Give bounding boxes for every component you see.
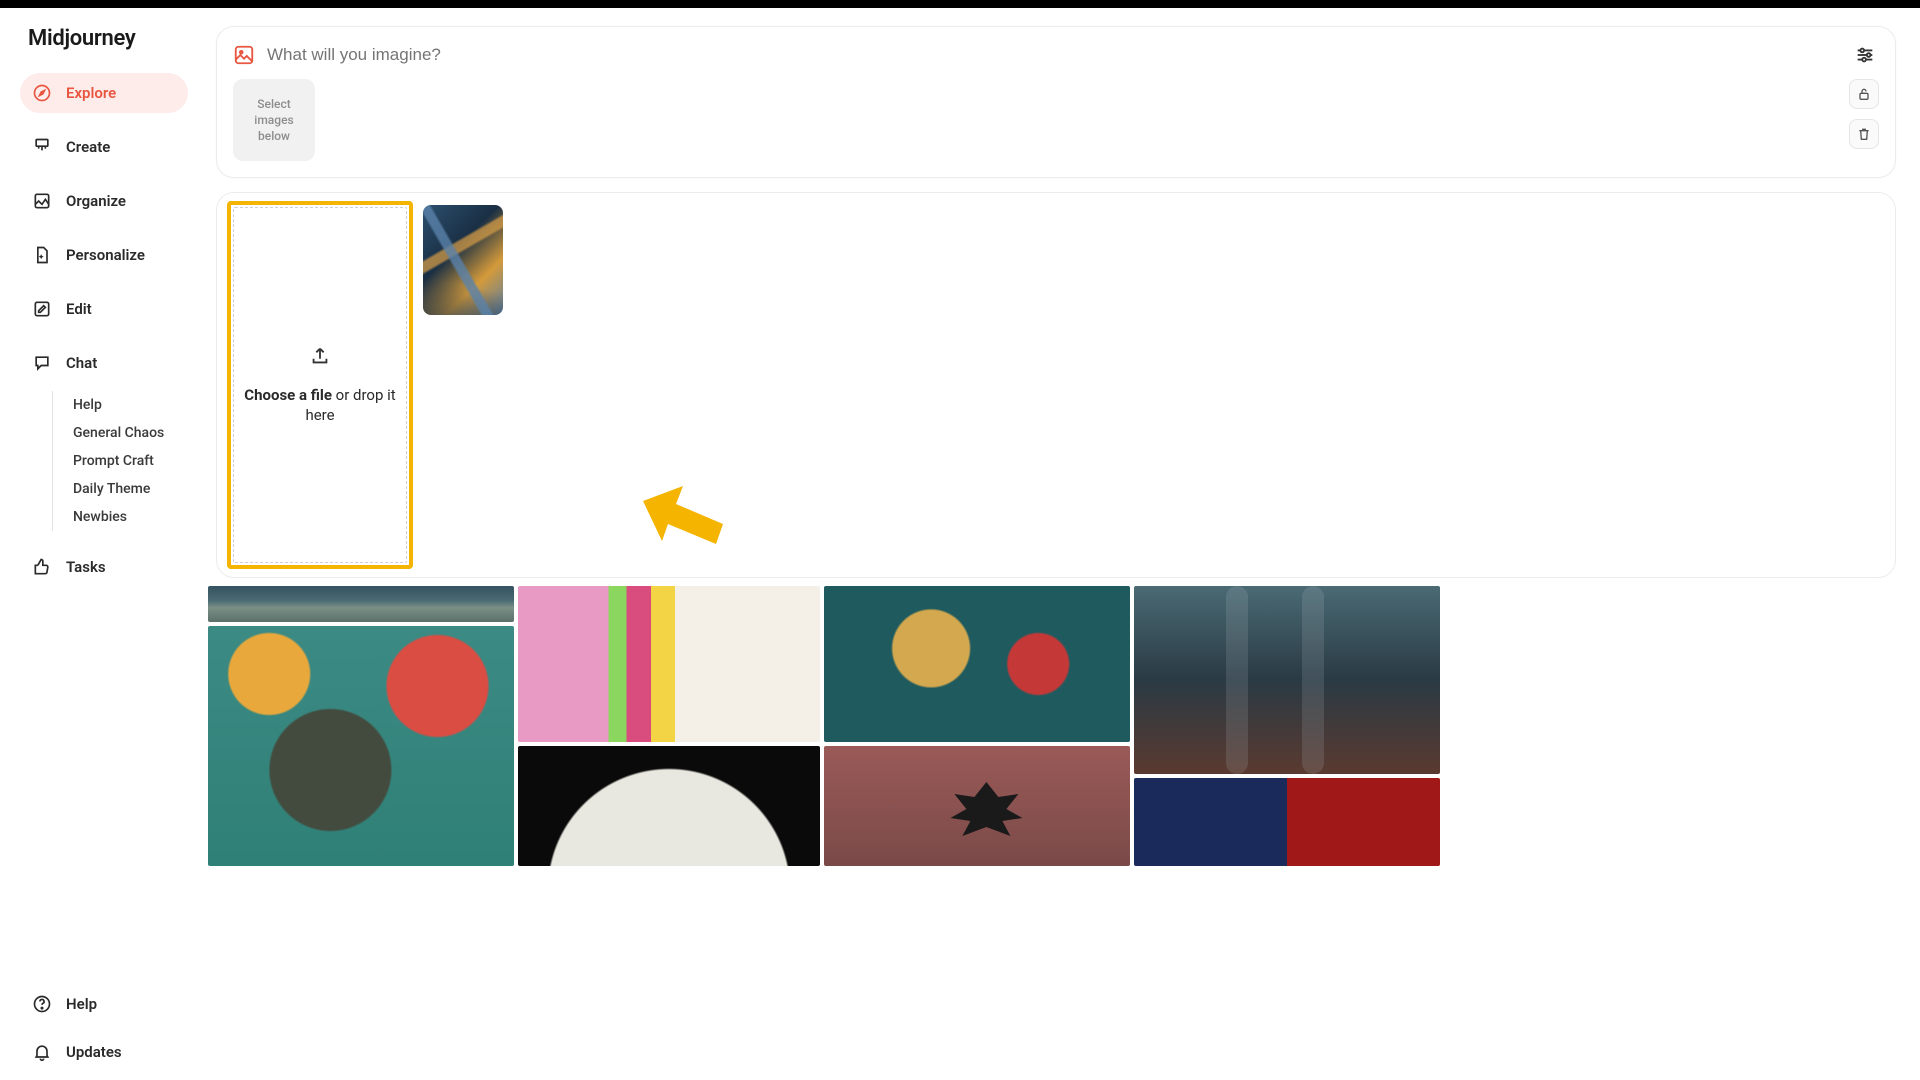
thumbs-up-icon <box>32 557 52 577</box>
upload-panel: Choose a file or drop it here <box>216 192 1896 578</box>
prompt-attachments-row: Select images below <box>233 79 1879 161</box>
trash-button[interactable] <box>1849 119 1879 149</box>
prompt-input-row <box>233 41 1879 69</box>
brush-icon <box>32 137 52 157</box>
image-icon <box>32 191 52 211</box>
brand-logo: Midjourney <box>0 26 208 73</box>
sidebar-footer: Help Updates <box>0 984 208 1080</box>
nav-personalize[interactable]: Personalize <box>20 235 188 275</box>
upload-dropzone[interactable]: Choose a file or drop it here <box>233 207 407 563</box>
prompt-side-buttons <box>1849 79 1879 149</box>
nav-create[interactable]: Create <box>20 127 188 167</box>
sparkle-file-icon <box>32 245 52 265</box>
gallery-image[interactable] <box>824 586 1130 742</box>
help-circle-icon <box>32 994 52 1014</box>
prompt-input[interactable] <box>267 45 1839 65</box>
footer-updates[interactable]: Updates <box>20 1032 188 1072</box>
nav-label: Tasks <box>66 558 106 576</box>
main-content: Select images below <box>208 8 1920 1080</box>
gallery-image[interactable] <box>1134 778 1440 866</box>
explore-gallery <box>208 586 1896 866</box>
footer-help[interactable]: Help <box>20 984 188 1024</box>
nav-label: Help <box>66 995 97 1013</box>
gallery-image[interactable] <box>208 586 514 622</box>
subnav-daily-theme[interactable]: Daily Theme <box>53 475 188 503</box>
upload-dropzone-highlight: Choose a file or drop it here <box>227 201 413 569</box>
nav-edit[interactable]: Edit <box>20 289 188 329</box>
nav-label: Updates <box>66 1043 122 1061</box>
subnav-newbies[interactable]: Newbies <box>53 503 188 531</box>
subnav-general-chaos[interactable]: General Chaos <box>53 419 188 447</box>
select-images-label: Select images below <box>239 96 309 145</box>
upload-icon <box>309 345 331 371</box>
nav-tasks[interactable]: Tasks <box>20 547 188 587</box>
image-mode-icon[interactable] <box>233 44 255 66</box>
app-root: Midjourney Explore Create Organize <box>0 8 1920 1080</box>
compass-icon <box>32 83 52 103</box>
gallery-image[interactable] <box>1134 586 1440 774</box>
prompt-card: Select images below <box>216 26 1896 178</box>
nav-explore[interactable]: Explore <box>20 73 188 113</box>
subnav-help[interactable]: Help <box>53 391 188 419</box>
nav-label: Personalize <box>66 246 145 264</box>
sidebar: Midjourney Explore Create Organize <box>0 8 208 1080</box>
chat-subnav: Help General Chaos Prompt Craft Daily Th… <box>52 391 188 531</box>
window-top-bar <box>0 0 1920 8</box>
bell-icon <box>32 1042 52 1062</box>
select-images-tile[interactable]: Select images below <box>233 79 315 161</box>
settings-button[interactable] <box>1851 41 1879 69</box>
pencil-square-icon <box>32 299 52 319</box>
nav-label: Chat <box>66 354 97 372</box>
nav-chat[interactable]: Chat <box>20 343 188 383</box>
nav-label: Edit <box>66 300 92 318</box>
nav-organize[interactable]: Organize <box>20 181 188 221</box>
gallery-image[interactable] <box>518 586 820 742</box>
nav-label: Explore <box>66 84 116 102</box>
upload-dropzone-text: Choose a file or drop it here <box>234 385 406 426</box>
primary-nav: Explore Create Organize Personalize <box>0 73 208 601</box>
lock-button[interactable] <box>1849 79 1879 109</box>
nav-label: Create <box>66 138 110 156</box>
nav-label: Organize <box>66 192 126 210</box>
gallery-image[interactable] <box>518 746 820 866</box>
chat-icon <box>32 353 52 373</box>
gallery-image[interactable] <box>208 626 514 866</box>
upload-choose-file-bold: Choose a file <box>244 386 332 404</box>
gallery-image[interactable] <box>824 746 1130 866</box>
uploaded-thumbnail[interactable] <box>423 205 503 315</box>
subnav-prompt-craft[interactable]: Prompt Craft <box>53 447 188 475</box>
